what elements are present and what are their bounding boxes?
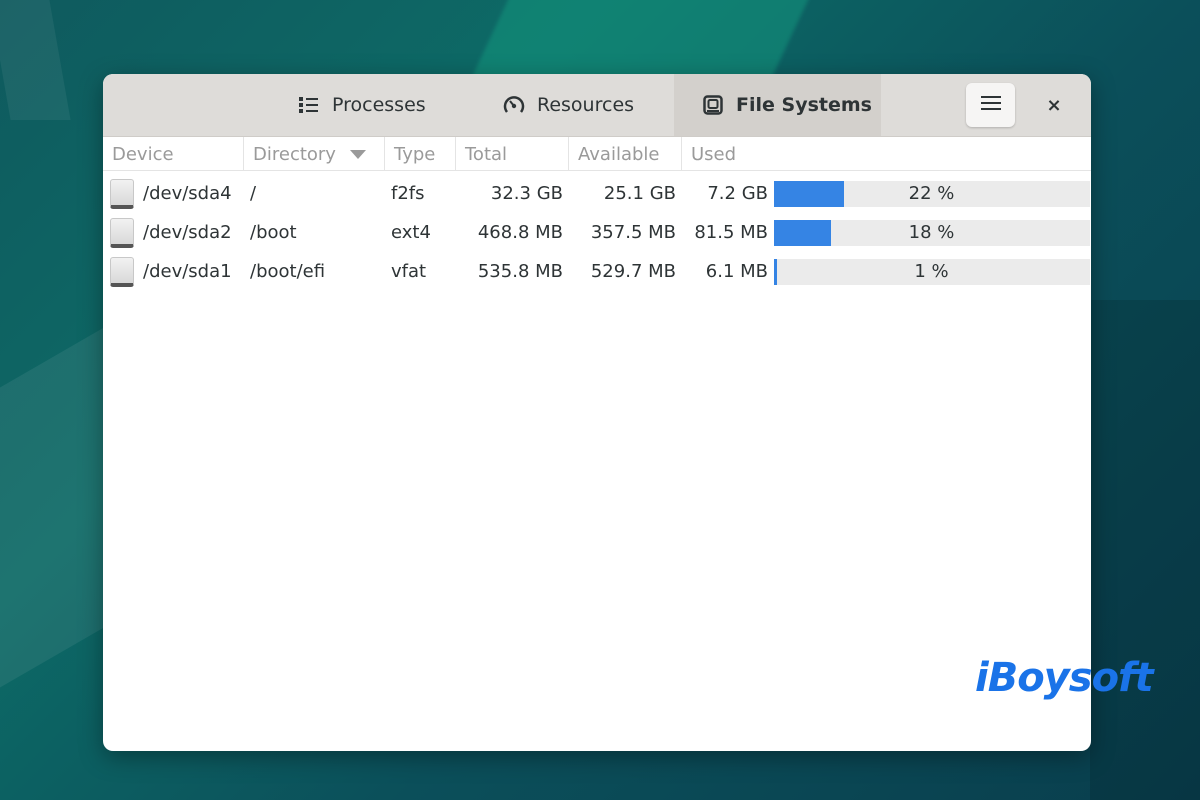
tab-label: Resources [537,94,635,116]
drive-icon [110,256,134,287]
hamburger-menu-icon [980,95,1001,115]
usage-bar: 22 % [774,180,1090,207]
drive-icon [110,178,134,209]
used-cell: 81.5 MB [694,222,768,243]
total-cell: 535.8 MB [477,261,563,282]
column-label: Total [465,143,508,165]
disk-icon [702,94,724,116]
directory-cell: /boot [250,222,297,243]
table-body: /dev/sda4 / f2fs 32.3 GB 25.1 GB 7.2 GB … [103,174,1091,291]
column-header-directory[interactable]: Directory [244,137,385,171]
tab-processes[interactable]: Processes [298,74,463,136]
column-label: Type [394,143,436,165]
table-row[interactable]: /dev/sda1 /boot/efi vfat 535.8 MB 529.7 … [103,252,1091,291]
directory-cell: /boot/efi [250,261,326,282]
tab-file-systems[interactable]: File Systems [674,74,881,136]
table-row[interactable]: /dev/sda4 / f2fs 32.3 GB 25.1 GB 7.2 GB … [103,174,1091,213]
main-menu-button[interactable] [966,83,1015,127]
device-cell: /dev/sda2 [143,222,232,243]
usage-bar: 18 % [774,219,1090,246]
gauge-icon [503,94,525,116]
type-cell: f2fs [391,183,425,204]
used-cell: 7.2 GB [707,183,768,204]
sort-descending-icon [349,149,366,159]
used-cell: 6.1 MB [705,261,768,282]
device-cell: /dev/sda4 [143,183,232,204]
column-label: Used [691,143,737,165]
column-header-device[interactable]: Device [103,137,244,171]
file-systems-table: Device Directory Type Total Available Us… [103,137,1091,291]
list-icon [298,94,320,116]
total-cell: 468.8 MB [477,222,563,243]
table-row[interactable]: /dev/sda2 /boot ext4 468.8 MB 357.5 MB 8… [103,213,1091,252]
tab-label: Processes [332,94,426,116]
type-cell: vfat [391,261,427,282]
device-cell: /dev/sda1 [143,261,232,282]
wallpaper-shape [0,0,71,120]
close-button[interactable]: × [1039,90,1069,120]
table-header: Device Directory Type Total Available Us… [103,137,1091,171]
column-label: Device [112,143,174,165]
close-icon: × [1046,94,1062,116]
usage-bar: 1 % [774,258,1090,285]
column-header-available[interactable]: Available [569,137,682,171]
directory-cell: / [250,183,257,204]
total-cell: 32.3 GB [490,183,563,204]
available-cell: 25.1 GB [603,183,676,204]
column-header-type[interactable]: Type [385,137,456,171]
column-label: Available [578,143,660,165]
available-cell: 357.5 MB [590,222,676,243]
column-header-total[interactable]: Total [456,137,569,171]
system-monitor-window: Processes Resources File Systems × Devic… [103,74,1091,751]
column-header-used[interactable]: Used [682,137,1091,171]
wallpaper-shape [1090,300,1200,800]
tab-label: File Systems [736,94,872,116]
drive-icon [110,217,134,248]
tab-resources[interactable]: Resources [503,74,673,136]
watermark-logo: iBoysoft [975,655,1154,701]
usage-percent: 1 % [914,261,949,282]
available-cell: 529.7 MB [590,261,676,282]
usage-percent: 22 % [908,183,955,204]
usage-percent: 18 % [908,222,955,243]
header-bar: Processes Resources File Systems × [103,74,1091,137]
column-label: Directory [253,143,336,165]
type-cell: ext4 [391,222,431,243]
